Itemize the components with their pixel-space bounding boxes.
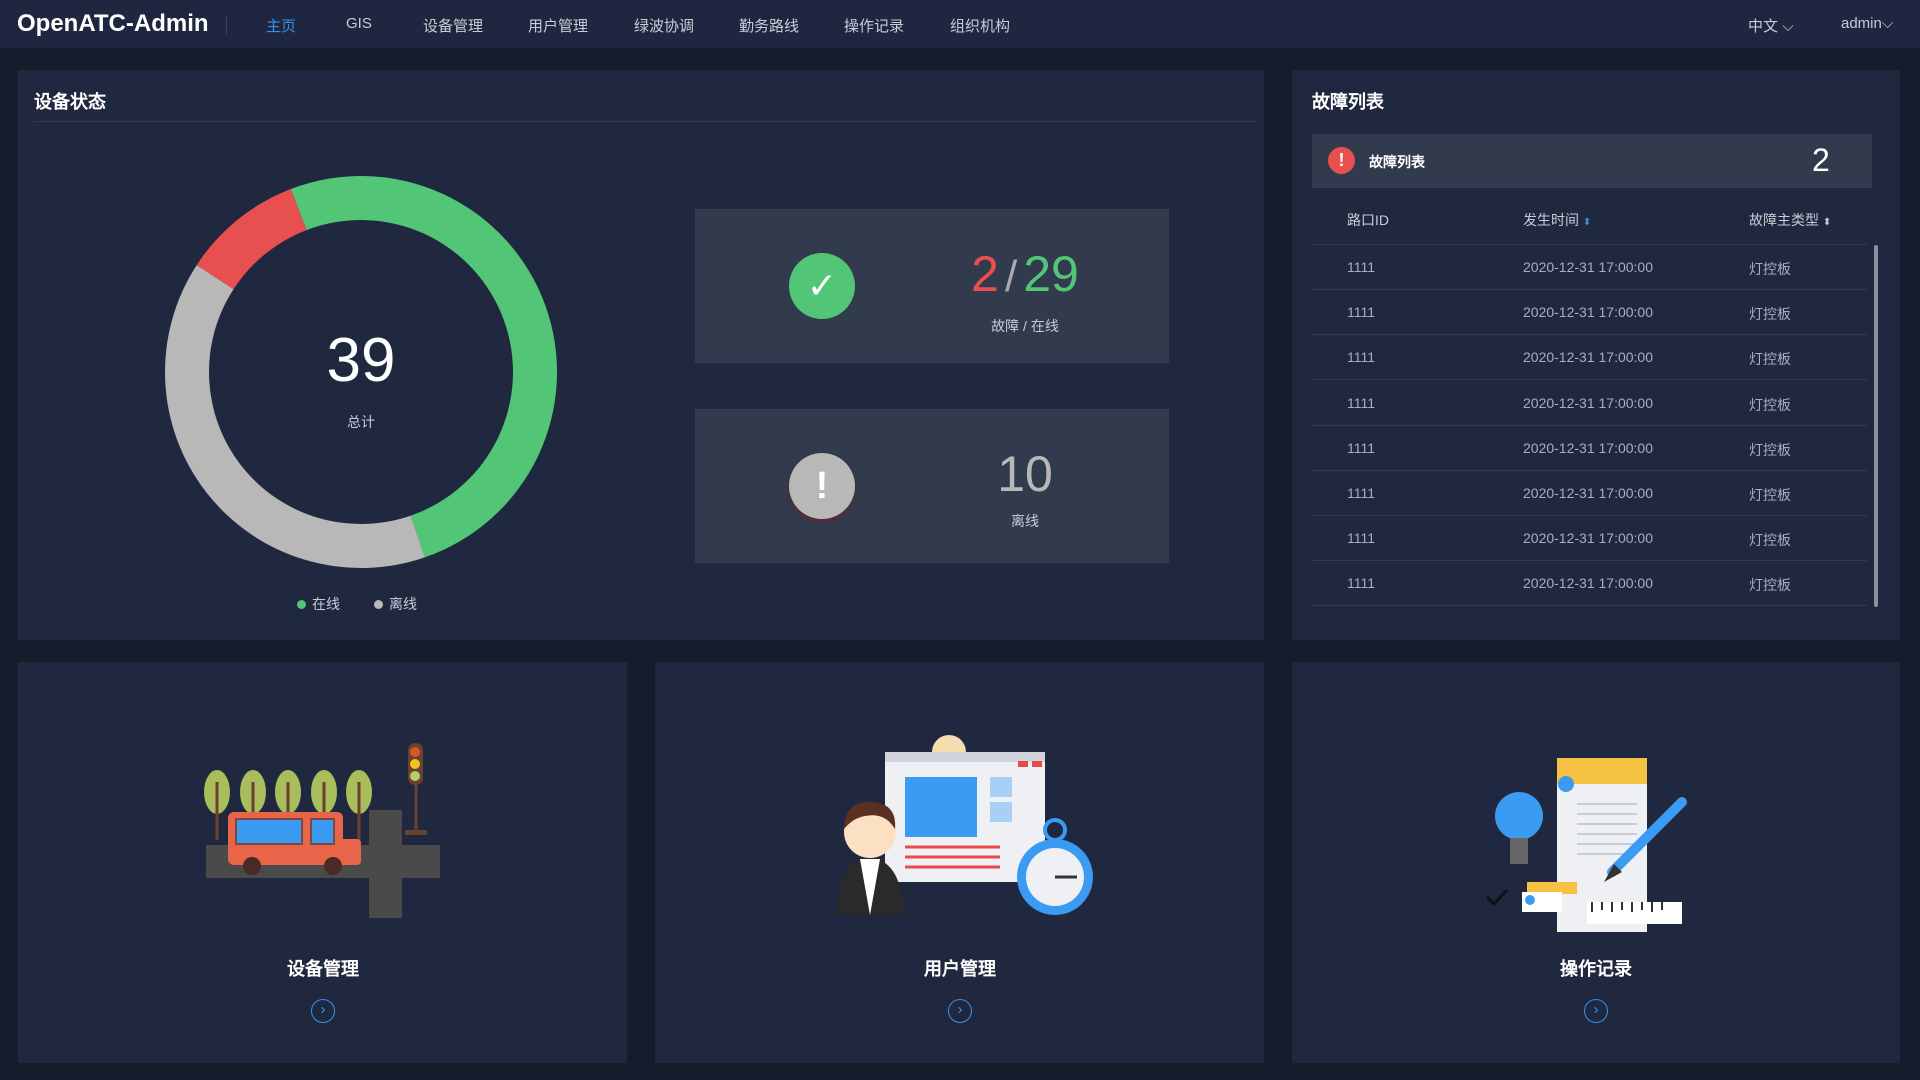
legend-dot-offline — [374, 600, 383, 609]
app-logo[interactable]: OpenATC-Admin — [17, 10, 209, 38]
nav-home[interactable]: 主页 — [266, 15, 296, 36]
separator: / — [1004, 252, 1018, 301]
card-title: 操作记录 — [1560, 959, 1632, 979]
nav-green-wave[interactable]: 绿波协调 — [634, 15, 694, 36]
column-label: 故障主类型 — [1749, 212, 1819, 228]
table-row[interactable]: 1111 2020-12-31 17:00:00 灯控板 — [1312, 381, 1867, 426]
cell-id: 1111 — [1347, 394, 1376, 411]
user-dropdown[interactable]: admin⌵ — [1841, 15, 1893, 32]
legend-label: 在线 — [312, 596, 340, 612]
alert-icon: ! — [1328, 147, 1355, 174]
legend-online[interactable]: 在线 — [297, 594, 340, 614]
nav-service-route[interactable]: 勤务路线 — [739, 15, 799, 36]
shortcut-card-device-management[interactable]: 设备管理 › — [18, 662, 627, 1063]
nav-user-management[interactable]: 用户管理 — [528, 15, 588, 36]
divider — [34, 121, 1258, 122]
language-dropdown[interactable]: 中文 ⌵ — [1748, 15, 1794, 36]
column-header-time[interactable]: 发生时间 ⬍ — [1523, 210, 1591, 230]
cell-id: 1111 — [1347, 439, 1376, 456]
chevron-down-icon: ⌵ — [1881, 15, 1894, 32]
table-row[interactable]: 1111 2020-12-31 17:00:00 灯控板 — [1312, 561, 1867, 607]
nav-gis[interactable]: GIS — [346, 15, 372, 32]
cell-time: 2020-12-31 17:00:00 — [1523, 349, 1653, 366]
chevron-right-icon[interactable]: › — [948, 999, 972, 1023]
fault-banner: ! 故障列表 2 — [1312, 134, 1872, 188]
panel-title: 设备状态 — [34, 92, 106, 112]
cell-type: 灯控板 — [1749, 441, 1791, 458]
legend-offline[interactable]: 离线 — [374, 594, 417, 614]
nav-organization[interactable]: 组织机构 — [950, 15, 1010, 36]
fault-count: 2 — [971, 246, 999, 302]
fault-online-label: 故障 / 在线 — [991, 318, 1059, 334]
divider — [226, 16, 227, 34]
cell-type: 灯控板 — [1749, 261, 1791, 277]
cell-id: 1111 — [1347, 485, 1376, 501]
offline-card: ! 10 离线 — [695, 409, 1169, 563]
card-title: 用户管理 — [924, 959, 996, 979]
top-nav-bar: OpenATC-Admin 主页 GIS 设备管理 用户管理 绿波协调 勤务路线… — [0, 0, 1920, 48]
language-label: 中文 — [1748, 18, 1779, 35]
table-row[interactable]: 1111 2020-12-31 17:00:00 灯控板 — [1312, 471, 1867, 516]
offline-label: 离线 — [1011, 513, 1039, 529]
cell-type: 灯控板 — [1749, 532, 1791, 549]
card-title: 设备管理 — [287, 959, 359, 979]
cell-type: 灯控板 — [1749, 306, 1791, 323]
column-header-id[interactable]: 路口ID — [1347, 210, 1389, 230]
fault-online-card: ✓ 2/29 故障 / 在线 — [695, 209, 1169, 363]
nav-device-management[interactable]: 设备管理 — [423, 15, 483, 36]
total-count: 39 — [326, 326, 396, 395]
chevron-right-icon[interactable]: › — [311, 999, 335, 1023]
banner-label: 故障列表 — [1369, 154, 1425, 170]
cell-type: 灯控板 — [1749, 351, 1791, 368]
chevron-right-icon[interactable]: › — [1584, 999, 1608, 1023]
shortcut-card-operation-log[interactable]: 操作记录 › — [1292, 662, 1900, 1063]
offline-count: 10 — [997, 446, 1053, 502]
exclamation-icon: ! — [789, 453, 855, 519]
table-row[interactable]: 1111 2020-12-31 17:00:00 灯控板 — [1312, 335, 1867, 381]
cell-id: 1111 — [1347, 304, 1376, 321]
cell-id: 1111 — [1347, 259, 1376, 275]
table-row[interactable]: 1111 2020-12-31 17:00:00 灯控板 — [1312, 290, 1867, 336]
table-row[interactable]: 1111 2020-12-31 17:00:00 灯控板 — [1312, 426, 1867, 471]
panel-title: 故障列表 — [1312, 92, 1384, 112]
fault-count: 2 — [1812, 142, 1830, 178]
cell-type: 灯控板 — [1749, 487, 1791, 503]
table-row[interactable]: 1111 2020-12-31 17:00:00 灯控板 — [1312, 516, 1867, 562]
cell-type: 灯控板 — [1749, 577, 1791, 594]
scrollbar[interactable] — [1874, 245, 1878, 607]
column-header-type[interactable]: 故障主类型 ⬍ — [1749, 210, 1831, 230]
online-count: 29 — [1023, 246, 1079, 302]
sort-icon[interactable]: ⬍ — [1823, 217, 1831, 228]
cell-time: 2020-12-31 17:00:00 — [1523, 259, 1653, 275]
legend-label: 离线 — [389, 596, 417, 612]
fault-online-value: 2/29 — [895, 245, 1155, 303]
traffic-illustration — [204, 743, 440, 918]
cell-id: 1111 — [1347, 575, 1376, 592]
cell-time: 2020-12-31 17:00:00 — [1523, 304, 1653, 321]
check-icon: ✓ — [789, 253, 855, 319]
shortcut-card-user-management[interactable]: 用户管理 › — [655, 662, 1264, 1063]
cell-time: 2020-12-31 17:00:00 — [1523, 439, 1653, 456]
legend-dot-online — [297, 600, 306, 609]
user-illustration — [837, 735, 1093, 915]
cell-time: 2020-12-31 17:00:00 — [1523, 394, 1653, 411]
cell-time: 2020-12-31 17:00:00 — [1523, 485, 1653, 501]
table-row[interactable]: 1111 2020-12-31 17:00:00 灯控板 — [1312, 245, 1867, 290]
sort-icon[interactable]: ⬍ — [1583, 217, 1591, 228]
total-label: 总计 — [347, 414, 375, 430]
user-name: admin — [1841, 15, 1882, 32]
column-label: 发生时间 — [1523, 212, 1579, 228]
cell-time: 2020-12-31 17:00:00 — [1523, 575, 1653, 592]
cell-id: 1111 — [1347, 349, 1376, 366]
log-illustration — [1485, 758, 1687, 932]
cell-id: 1111 — [1347, 530, 1376, 547]
cell-type: 灯控板 — [1749, 396, 1791, 413]
cell-time: 2020-12-31 17:00:00 — [1523, 530, 1653, 547]
donut-segment-fault[interactable] — [196, 189, 307, 290]
chevron-down-icon: ⌵ — [1782, 18, 1794, 35]
nav-operation-log[interactable]: 操作记录 — [844, 15, 904, 36]
